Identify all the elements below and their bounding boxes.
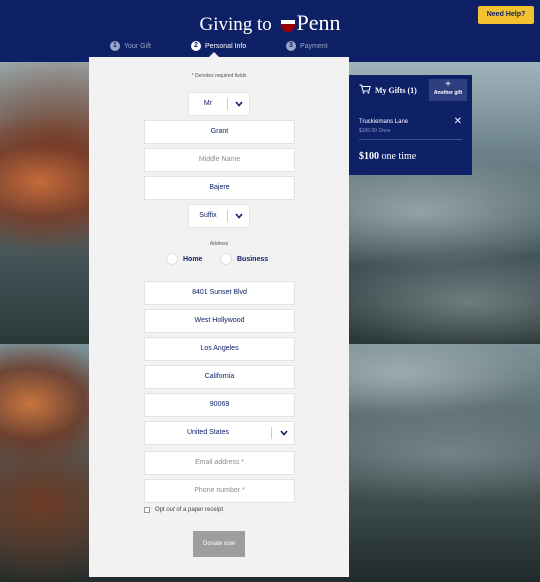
email-field[interactable]: Email address * <box>144 451 295 475</box>
progress-steps: 1 Your Gift 2 Personal Info 3 Payment <box>0 41 540 55</box>
radio-label: Business <box>237 255 269 263</box>
step-number: 2 <box>191 41 201 51</box>
optout-label-emphasis: out <box>166 507 175 513</box>
step-label: Payment <box>300 42 328 50</box>
select-divider <box>227 98 228 110</box>
brand-prefix: Giving to <box>199 14 272 35</box>
divider <box>359 139 462 140</box>
chevron-down-icon <box>235 213 243 221</box>
optout-label: Opt out of a paper receipt <box>155 507 223 513</box>
my-gifts-title: My Gifts (1) <box>359 84 417 96</box>
zip-field[interactable]: 90069 <box>144 393 295 417</box>
plus-icon: + <box>445 79 451 90</box>
personal-info-form: * Denotes required fields Mr Grant Middl… <box>89 57 349 577</box>
radio-circle <box>220 253 232 265</box>
city-field[interactable]: West Hollywood <box>144 309 295 333</box>
site-header: Giving to Penn Need Help? 1 Your Gift 2 … <box>0 0 540 62</box>
gift-total-amount: $100 <box>359 151 379 162</box>
optout-checkbox[interactable] <box>144 507 150 513</box>
paper-receipt-optout[interactable]: Opt out of a paper receipt <box>144 507 223 513</box>
suffix-value: Suffix <box>199 212 217 219</box>
step-personal-info[interactable]: 2 Personal Info <box>191 41 246 51</box>
suffix-select[interactable]: Suffix <box>188 204 250 228</box>
need-help-button[interactable]: Need Help? <box>478 6 534 24</box>
my-gifts-label: My Gifts (1) <box>375 85 417 95</box>
optout-label-prefix: Opt <box>155 507 167 513</box>
middle-name-field[interactable]: Middle Name <box>144 148 295 172</box>
remove-gift-close-icon[interactable]: ✕ <box>454 116 462 127</box>
phone-field[interactable]: Phone number * <box>144 479 295 503</box>
country-select[interactable]: United States <box>144 421 295 445</box>
radio-circle <box>166 253 178 265</box>
step-number: 1 <box>110 41 120 51</box>
donate-now-button[interactable]: Donate now <box>193 531 245 557</box>
address-label: Address <box>209 241 229 247</box>
select-divider <box>227 210 228 222</box>
another-gift-label: Another gift <box>433 90 463 96</box>
step-payment[interactable]: 3 Payment <box>286 41 328 51</box>
state-field[interactable]: California <box>144 365 295 389</box>
address-type-business-radio[interactable]: Business <box>220 253 268 265</box>
address-type-home-radio[interactable]: Home <box>166 253 202 265</box>
brand-logo[interactable]: Giving to Penn <box>0 10 540 36</box>
optout-label-suffix: of a paper receipt <box>174 507 224 513</box>
step-number: 3 <box>286 41 296 51</box>
step-your-gift[interactable]: 1 Your Gift <box>110 41 151 51</box>
prefix-select[interactable]: Mr <box>188 92 250 116</box>
country-value: United States <box>186 429 230 436</box>
radio-label: Home <box>183 255 203 263</box>
penn-shield-icon <box>280 16 295 32</box>
prefix-value: Mr <box>203 100 213 107</box>
cart-icon <box>359 84 371 96</box>
select-divider <box>271 427 272 439</box>
brand-name: Penn <box>296 10 341 35</box>
first-name-field[interactable]: Grant <box>144 120 295 144</box>
another-gift-button[interactable]: + Another gift <box>429 79 467 101</box>
street-field[interactable]: 8401 Sunset Blvd <box>144 281 295 305</box>
gift-total-frequency: one time <box>381 151 417 162</box>
last-name-field[interactable]: Bajere <box>144 176 295 200</box>
step-label: Personal Info <box>205 42 247 50</box>
gift-item-name: Truckiemans Lane <box>359 119 409 125</box>
required-fields-note: * Denotes required fields <box>191 73 247 79</box>
step-label: Your Gift <box>124 42 151 50</box>
county-field[interactable]: Los Angeles <box>144 337 295 361</box>
chevron-down-icon <box>235 101 243 109</box>
gift-item-amount: $100.00 Once <box>359 128 391 134</box>
my-gifts-card: My Gifts (1) + Another gift Truckiemans … <box>349 75 472 175</box>
gift-total: $100 one time <box>359 151 416 162</box>
chevron-down-icon <box>280 430 288 438</box>
